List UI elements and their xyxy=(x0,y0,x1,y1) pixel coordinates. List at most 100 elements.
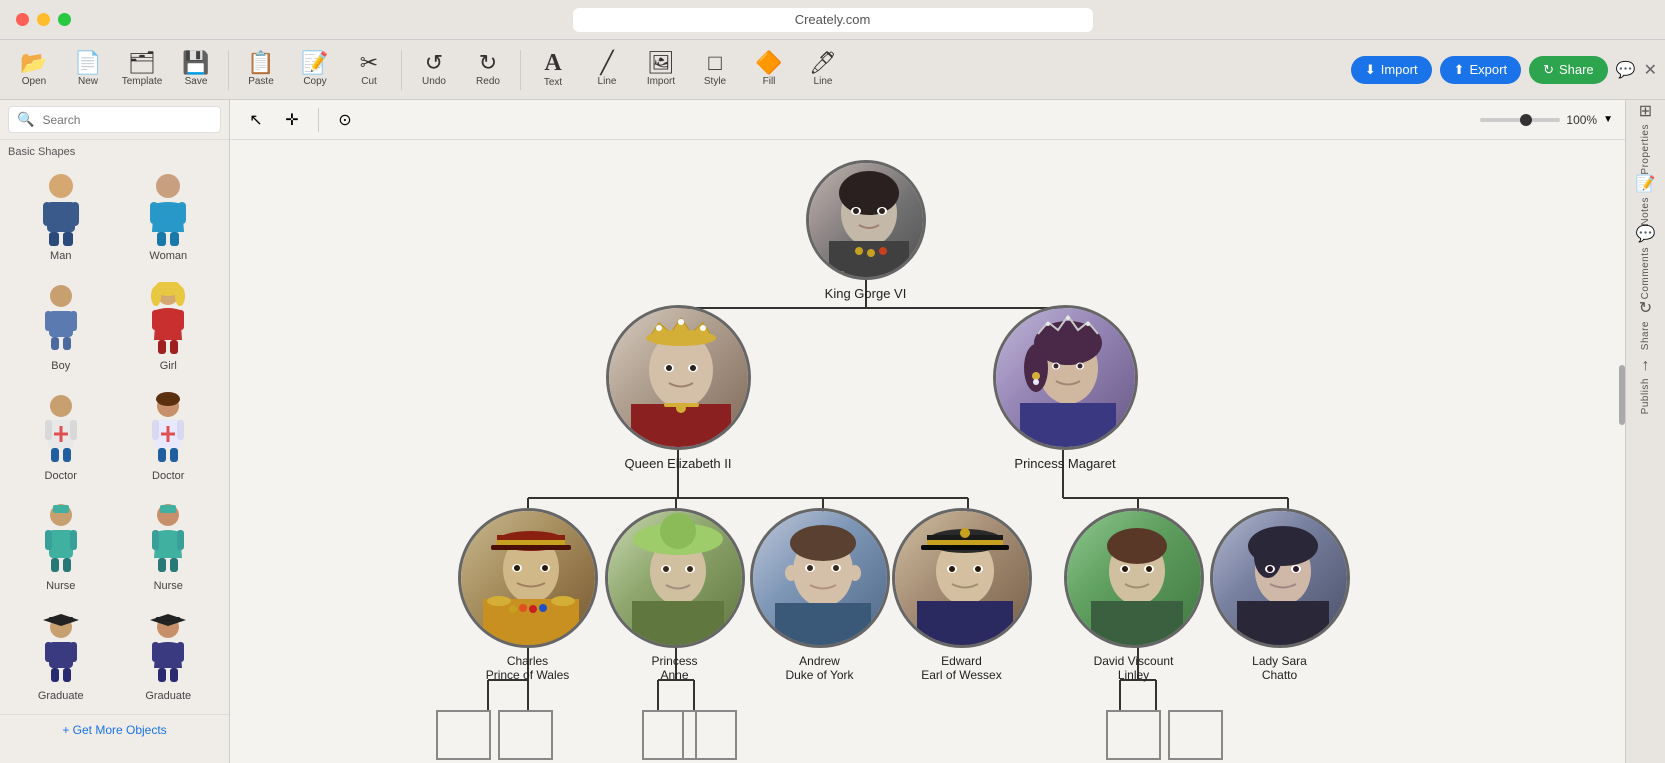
zoom-dropdown[interactable]: ▼ xyxy=(1603,114,1613,125)
node-king[interactable]: King Gorge VI xyxy=(806,160,926,301)
main-layout: 🔍 Basic Shapes xyxy=(0,100,1665,763)
andrew-label: Andrew Duke of York xyxy=(785,654,853,682)
node-margaret[interactable]: Princess Magaret xyxy=(993,305,1138,471)
shape-man[interactable]: Man xyxy=(10,164,112,268)
select-tool[interactable]: ↖ xyxy=(242,106,270,134)
open-button[interactable]: 📂 Open xyxy=(8,44,60,96)
properties-icon: ⊞ xyxy=(1639,101,1652,121)
url-bar[interactable]: Creately.com xyxy=(573,8,1093,32)
king-avatar xyxy=(809,163,923,277)
node-david[interactable]: David Viscount Linley xyxy=(1064,508,1204,682)
line-button[interactable]: ╱ Line xyxy=(581,44,633,96)
window-close-icon[interactable]: ✕ xyxy=(1644,60,1657,80)
queen-photo xyxy=(606,305,751,450)
text-button[interactable]: A Text xyxy=(527,44,579,96)
redo-button[interactable]: ↻ Redo xyxy=(462,44,514,96)
nurse-f-figure xyxy=(133,500,203,580)
chat-icon[interactable]: 💬 xyxy=(1616,60,1636,80)
shape-graduate-m[interactable]: Graduate xyxy=(10,604,112,708)
shape-nurse-m-label: Nurse xyxy=(46,580,75,592)
minimize-button[interactable] xyxy=(37,13,50,26)
save-icon: 💾 xyxy=(182,52,209,74)
style-label: Style xyxy=(704,76,726,87)
undo-button[interactable]: ↺ Undo xyxy=(408,44,460,96)
node-sara[interactable]: Lady Sara Chatto xyxy=(1210,508,1350,682)
style-button[interactable]: □ Style xyxy=(689,44,741,96)
shape-boy[interactable]: Boy xyxy=(10,274,112,378)
zoom-handle[interactable] xyxy=(1520,114,1532,126)
node-anne[interactable]: Princess Anne xyxy=(605,508,745,682)
close-button[interactable] xyxy=(16,13,29,26)
diagram: King Gorge VI xyxy=(230,150,1625,763)
import-btn[interactable]: ⬇ Import xyxy=(1351,56,1432,84)
queen-avatar xyxy=(609,308,748,447)
shape-doctor-m[interactable]: Doctor xyxy=(10,384,112,488)
share-btn[interactable]: ↻ Share xyxy=(1529,56,1608,84)
node-charles[interactable]: Charles Prince of Wales xyxy=(458,508,598,682)
shapes-section: Basic Shapes Man xyxy=(0,140,229,710)
folder-icon: 📂 xyxy=(20,52,47,74)
line2-button[interactable]: 🖊 Line xyxy=(797,44,849,96)
save-button[interactable]: 💾 Save xyxy=(170,44,222,96)
boy-figure xyxy=(26,280,96,360)
node-andrew[interactable]: Andrew Duke of York xyxy=(750,508,890,682)
shape-doctor-f[interactable]: Doctor xyxy=(118,384,220,488)
scrollbar[interactable] xyxy=(1619,365,1625,425)
sara-photo xyxy=(1210,508,1350,648)
edward-photo xyxy=(892,508,1032,648)
shape-graduate-f[interactable]: Graduate xyxy=(118,604,220,708)
pan-tool[interactable]: ✛ xyxy=(278,106,306,134)
node-queen[interactable]: Queen Elizabeth II xyxy=(606,305,751,471)
zoom-control: 100% ▼ xyxy=(1480,113,1613,127)
shape-nurse-m[interactable]: Nurse xyxy=(10,494,112,598)
shape-nurse-f[interactable]: Nurse xyxy=(118,494,220,598)
search-input[interactable] xyxy=(42,113,212,127)
line2-label: Line xyxy=(814,76,833,87)
template-button[interactable]: 🗂 Template xyxy=(116,44,168,96)
line-icon: ╱ xyxy=(600,52,613,74)
paste-button[interactable]: 📋 Paste xyxy=(235,44,287,96)
edward-avatar xyxy=(895,511,1029,645)
target-tool[interactable]: ⊙ xyxy=(331,106,359,134)
sidebar-comments[interactable]: 💬 Comments xyxy=(1628,232,1664,292)
woman-figure xyxy=(133,170,203,250)
sara-avatar xyxy=(1213,511,1347,645)
line-label: Line xyxy=(598,76,617,87)
open-label: Open xyxy=(22,76,46,87)
new-button[interactable]: 📄 New xyxy=(62,44,114,96)
shape-woman[interactable]: Woman xyxy=(118,164,220,268)
get-more-objects[interactable]: + Get More Objects xyxy=(0,714,229,745)
fill-button[interactable]: 🔶 Fill xyxy=(743,44,795,96)
search-icon: 🔍 xyxy=(17,111,34,128)
edit-tools: 📋 Paste 📝 Copy ✂ Cut xyxy=(235,44,395,96)
edward-label: Edward Earl of Wessex xyxy=(921,654,1001,682)
maximize-button[interactable] xyxy=(58,13,71,26)
style-icon: □ xyxy=(708,52,721,74)
margaret-label: Princess Magaret xyxy=(1014,456,1115,471)
zoom-slider[interactable] xyxy=(1480,118,1560,122)
scissors-icon: ✂ xyxy=(360,52,378,74)
left-panel: 🔍 Basic Shapes xyxy=(0,100,230,763)
andrew-photo xyxy=(750,508,890,648)
shape-girl[interactable]: Girl xyxy=(118,274,220,378)
king-photo xyxy=(806,160,926,280)
new-label: New xyxy=(78,76,98,87)
shape-boy-label: Boy xyxy=(51,360,70,372)
canvas-area[interactable]: ↖ ✛ ⊙ 100% ▼ xyxy=(230,100,1625,763)
sidebar-share[interactable]: ↻ Share xyxy=(1628,294,1664,354)
import-button[interactable]: 🖼 Import xyxy=(635,44,687,96)
export-btn[interactable]: ⬆ Export xyxy=(1440,56,1521,84)
cut-button[interactable]: ✂ Cut xyxy=(343,44,395,96)
share-btn-label: Share xyxy=(1559,62,1594,77)
node-edward[interactable]: Edward Earl of Wessex xyxy=(892,508,1032,682)
import-btn-label: Import xyxy=(1381,62,1418,77)
sep2 xyxy=(401,50,402,90)
charles-photo xyxy=(458,508,598,648)
sidebar-properties[interactable]: ⊞ Properties xyxy=(1628,108,1664,168)
insert-tools: A Text ╱ Line 🖼 Import □ Style 🔶 Fill 🖊 … xyxy=(527,44,849,96)
export-arrow-icon: ⬆ xyxy=(1454,62,1465,78)
sidebar-publish[interactable]: ↑ Publish xyxy=(1628,356,1664,416)
redo-icon: ↻ xyxy=(479,52,497,74)
copy-button[interactable]: 📝 Copy xyxy=(289,44,341,96)
sidebar-notes[interactable]: 📝 Notes xyxy=(1628,170,1664,230)
